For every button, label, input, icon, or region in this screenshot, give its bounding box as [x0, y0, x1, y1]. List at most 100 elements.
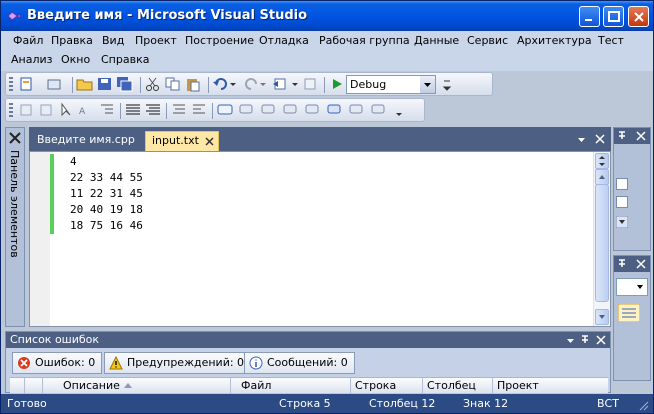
toggle-bookmark-icon[interactable]: [216, 102, 234, 118]
navigate-backward-icon[interactable]: [272, 76, 290, 92]
right-tool-panel-bottom[interactable]: [613, 255, 651, 381]
vertical-scrollbar[interactable]: [593, 152, 610, 326]
panel-toolbar-button[interactable]: [616, 196, 628, 208]
previous-bookmark-document-icon[interactable]: [326, 102, 344, 118]
column-header-column[interactable]: Столбец: [422, 378, 492, 394]
comment-out-icon[interactable]: [124, 102, 142, 118]
close-icon[interactable]: [636, 259, 646, 269]
chevron-down-icon[interactable]: [616, 216, 628, 228]
toolbox-strip[interactable]: Панель элементов: [5, 127, 25, 327]
toolbox-label: Панель элементов: [8, 150, 21, 258]
navigate-dropdown-icon[interactable]: [290, 76, 300, 92]
menu-edit[interactable]: Правка: [47, 32, 97, 50]
new-project-icon[interactable]: [18, 76, 36, 92]
menu-file[interactable]: Файл: [9, 32, 47, 50]
column-header-index[interactable]: [24, 378, 42, 394]
solution-configuration-select[interactable]: Debug: [346, 75, 436, 94]
close-tab-icon[interactable]: [205, 137, 214, 146]
next-bookmark-folder-icon[interactable]: [304, 102, 322, 118]
column-header-line[interactable]: Строка: [350, 378, 422, 394]
window-title: Введите имя - Microsoft Visual Studio: [27, 8, 308, 23]
display-quick-info-icon[interactable]: [58, 102, 76, 118]
resize-grip-icon[interactable]: [637, 399, 649, 411]
chevron-down-icon[interactable]: [420, 76, 435, 93]
toolbar-grip[interactable]: [9, 103, 13, 119]
panel-menu-dropdown-icon[interactable]: [566, 336, 575, 345]
cut-icon[interactable]: [144, 76, 162, 92]
previous-bookmark-icon[interactable]: [238, 102, 256, 118]
pin-icon[interactable]: [580, 335, 590, 345]
column-header-label: Файл: [241, 379, 272, 392]
panel-toolbar-button[interactable]: [616, 178, 628, 190]
next-bookmark-icon[interactable]: [260, 102, 278, 118]
panel-select[interactable]: [616, 278, 648, 296]
uncomment-icon[interactable]: [144, 102, 162, 118]
warnings-filter-button[interactable]: Предупреждений: 0: [104, 352, 252, 374]
menu-project[interactable]: Проект: [131, 32, 181, 50]
menu-test[interactable]: Тест: [594, 32, 628, 50]
toolbar-options-icon[interactable]: [442, 76, 452, 92]
display-word-completion-icon[interactable]: A: [78, 102, 96, 118]
menu-analyze[interactable]: Анализ: [7, 51, 57, 69]
toolbar-grip[interactable]: [9, 77, 13, 93]
column-header-category[interactable]: [10, 378, 24, 394]
menu-tools[interactable]: Сервис: [463, 32, 512, 50]
format-selection-icon[interactable]: [190, 102, 208, 118]
maximize-button[interactable]: [603, 6, 624, 27]
menu-build[interactable]: Построение: [181, 32, 258, 50]
pin-icon[interactable]: [617, 131, 627, 141]
copy-icon[interactable]: [164, 76, 182, 92]
paste-icon[interactable]: [184, 76, 202, 92]
next-bookmark-document-icon[interactable]: [348, 102, 366, 118]
toolbar-options-icon[interactable]: [394, 102, 404, 118]
column-header-file[interactable]: Файл: [230, 378, 350, 394]
start-debugging-icon[interactable]: [328, 76, 346, 92]
increase-indent-icon[interactable]: [170, 102, 188, 118]
tab-input-txt[interactable]: input.txt: [145, 131, 219, 151]
redo-dropdown-icon[interactable]: [258, 76, 268, 92]
tab-vvedite-imya-cpp[interactable]: Введите имя.cpp: [31, 131, 141, 151]
display-object-member-list-icon[interactable]: [18, 102, 36, 118]
close-icon[interactable]: [596, 335, 606, 345]
messages-filter-button[interactable]: Сообщений: 0: [244, 352, 355, 374]
menu-data[interactable]: Данные: [410, 32, 463, 50]
add-item-icon[interactable]: [46, 76, 64, 92]
right-tool-panel-top[interactable]: [613, 127, 651, 251]
menu-view[interactable]: Вид: [98, 32, 128, 50]
menu-team[interactable]: Рабочая группа: [315, 32, 414, 50]
code-line: 4: [70, 155, 77, 168]
column-header-description[interactable]: Описание: [42, 378, 230, 394]
menu-window[interactable]: Окно: [57, 51, 94, 69]
navigate-forward-icon[interactable]: [302, 76, 320, 92]
minimize-icon: [585, 19, 592, 21]
close-document-icon[interactable]: [595, 134, 605, 144]
undo-dropdown-icon[interactable]: [228, 76, 238, 92]
menu-help[interactable]: Справка: [97, 51, 153, 69]
display-parameter-info-icon[interactable]: [38, 102, 56, 118]
scroll-up-button[interactable]: [595, 169, 609, 185]
save-icon[interactable]: [96, 76, 114, 92]
close-button[interactable]: [628, 6, 649, 27]
menu-architecture[interactable]: Архитектура: [513, 32, 596, 50]
errors-filter-button[interactable]: Ошибок: 0: [12, 352, 103, 374]
menu-debug[interactable]: Отладка: [255, 32, 313, 50]
close-icon[interactable]: [636, 131, 646, 141]
open-folder-icon[interactable]: [76, 76, 94, 92]
scroll-down-button[interactable]: [595, 309, 609, 325]
text-editor[interactable]: 4 22 33 44 55 11 22 31 45 20 40 19 18 18…: [29, 151, 611, 327]
scrollbar-thumb[interactable]: [595, 184, 609, 302]
categorized-view-icon[interactable]: [618, 304, 640, 322]
column-header-project[interactable]: Проект: [492, 378, 608, 394]
toolbox-icon: [9, 132, 21, 144]
status-line: Строка 5: [279, 397, 331, 410]
title-bar[interactable]: Введите имя - Microsoft Visual Studio: [1, 1, 653, 31]
save-all-icon[interactable]: [116, 76, 134, 92]
decrease-indent-icon[interactable]: [98, 102, 116, 118]
minimize-button[interactable]: [579, 6, 600, 27]
pin-icon[interactable]: [617, 259, 627, 269]
active-files-dropdown-icon[interactable]: [577, 135, 586, 144]
previous-bookmark-folder-icon[interactable]: [282, 102, 300, 118]
clear-bookmarks-icon[interactable]: [370, 102, 388, 118]
visual-studio-icon: [7, 11, 21, 21]
split-window-handle[interactable]: [595, 153, 609, 169]
